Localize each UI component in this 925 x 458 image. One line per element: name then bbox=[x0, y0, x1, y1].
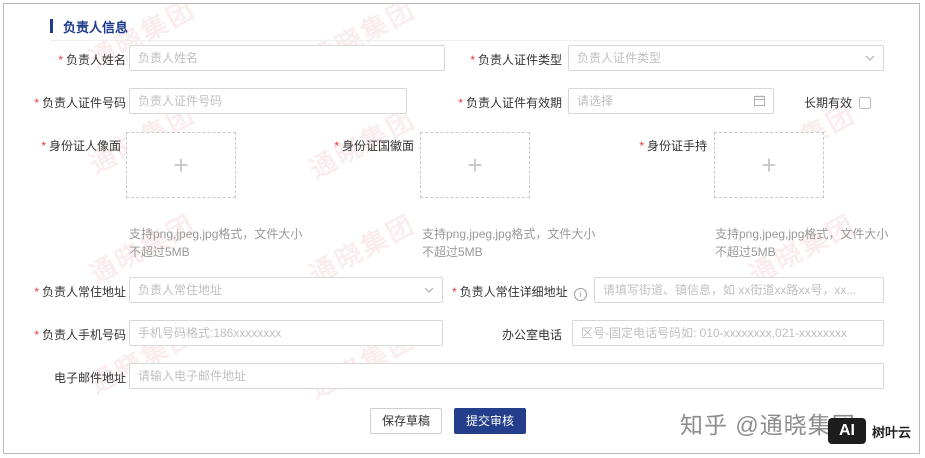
upload-front-label: * 身份证人像面 bbox=[41, 139, 121, 153]
required-mark: * bbox=[34, 96, 39, 110]
required-mark: * bbox=[34, 285, 39, 299]
form-frame: 通晓集团 通晓集团 通晓集团 通晓集团 通晓集团 通晓集团 通晓集团 通晓集团 … bbox=[3, 3, 920, 454]
id-type-label: * 负责人证件类型 bbox=[470, 53, 562, 67]
upload-back-area[interactable]: + bbox=[420, 132, 530, 198]
upload-back-label: * 身份证国徽面 bbox=[334, 139, 414, 153]
chevron-down-icon bbox=[865, 46, 875, 70]
section-accent-bar bbox=[50, 19, 53, 33]
required-mark: * bbox=[639, 139, 644, 153]
calendar-icon bbox=[754, 89, 765, 113]
id-validity-label: * 负责人证件有效期 bbox=[458, 96, 562, 110]
section-header: 负责人信息 bbox=[50, 18, 129, 35]
id-number-input[interactable]: 负责人证件号码 bbox=[129, 88, 407, 114]
address-detail-input[interactable]: 请填写街道、镇信息，如 xx街道xx路xx号，xx... bbox=[594, 277, 884, 303]
badge-text: 树叶云 bbox=[872, 424, 912, 440]
badge-ai-logo: AI bbox=[828, 418, 866, 444]
upload-hand-label: * 身份证手持 bbox=[639, 139, 707, 153]
address-select[interactable]: 负责人常住地址 bbox=[129, 277, 443, 303]
shuyeyun-badge: AI 树叶云 bbox=[828, 418, 911, 444]
id-validity-datepicker[interactable]: 请选择 bbox=[568, 88, 774, 114]
section-title: 负责人信息 bbox=[63, 19, 129, 35]
long-term-label: 长期有效 bbox=[804, 96, 853, 110]
name-input[interactable]: 负责人姓名 bbox=[129, 45, 445, 71]
required-mark: * bbox=[458, 96, 463, 110]
info-icon[interactable]: i bbox=[574, 288, 587, 301]
required-mark: * bbox=[41, 139, 46, 153]
address-label: * 负责人常住地址 bbox=[34, 285, 126, 299]
upload-hand-hint: 支持png,jpeg,jpg格式，文件大小不超过5MB bbox=[715, 227, 889, 259]
address-detail-label: * 负责人常住详细地址 i bbox=[452, 284, 587, 301]
long-term-checkbox[interactable] bbox=[859, 97, 871, 109]
upload-hand-area[interactable]: + bbox=[714, 132, 824, 198]
office-phone-label: 办公室电话 bbox=[501, 328, 562, 342]
required-mark: * bbox=[470, 53, 475, 67]
chevron-down-icon bbox=[424, 278, 434, 302]
email-input[interactable]: 请输入电子邮件地址 bbox=[129, 363, 884, 389]
mobile-input[interactable]: 手机号码格式:186xxxxxxxx bbox=[129, 320, 443, 346]
section-divider bbox=[50, 40, 885, 41]
plus-icon: + bbox=[761, 150, 777, 180]
mobile-label: * 负责人手机号码 bbox=[34, 328, 126, 342]
name-label: * 负责人姓名 bbox=[58, 53, 126, 67]
id-type-select[interactable]: 负责人证件类型 bbox=[568, 45, 884, 71]
submit-review-button[interactable]: 提交审核 bbox=[454, 408, 526, 434]
save-draft-button[interactable]: 保存草稿 bbox=[370, 408, 442, 434]
upload-front-hint: 支持png,jpeg,jpg格式，文件大小不超过5MB bbox=[129, 227, 303, 259]
id-number-label: * 负责人证件号码 bbox=[34, 96, 126, 110]
required-mark: * bbox=[34, 328, 39, 342]
plus-icon: + bbox=[467, 150, 483, 180]
plus-icon: + bbox=[173, 150, 189, 180]
upload-back-hint: 支持png,jpeg,jpg格式，文件大小不超过5MB bbox=[422, 227, 596, 259]
upload-front-area[interactable]: + bbox=[126, 132, 236, 198]
required-mark: * bbox=[451, 285, 457, 299]
required-mark: * bbox=[58, 53, 63, 67]
email-label: 电子邮件地址 bbox=[53, 371, 126, 385]
required-mark: * bbox=[334, 139, 339, 153]
office-phone-input[interactable]: 区号-固定电话号码如: 010-xxxxxxxx,021-xxxxxxxx bbox=[572, 320, 884, 346]
